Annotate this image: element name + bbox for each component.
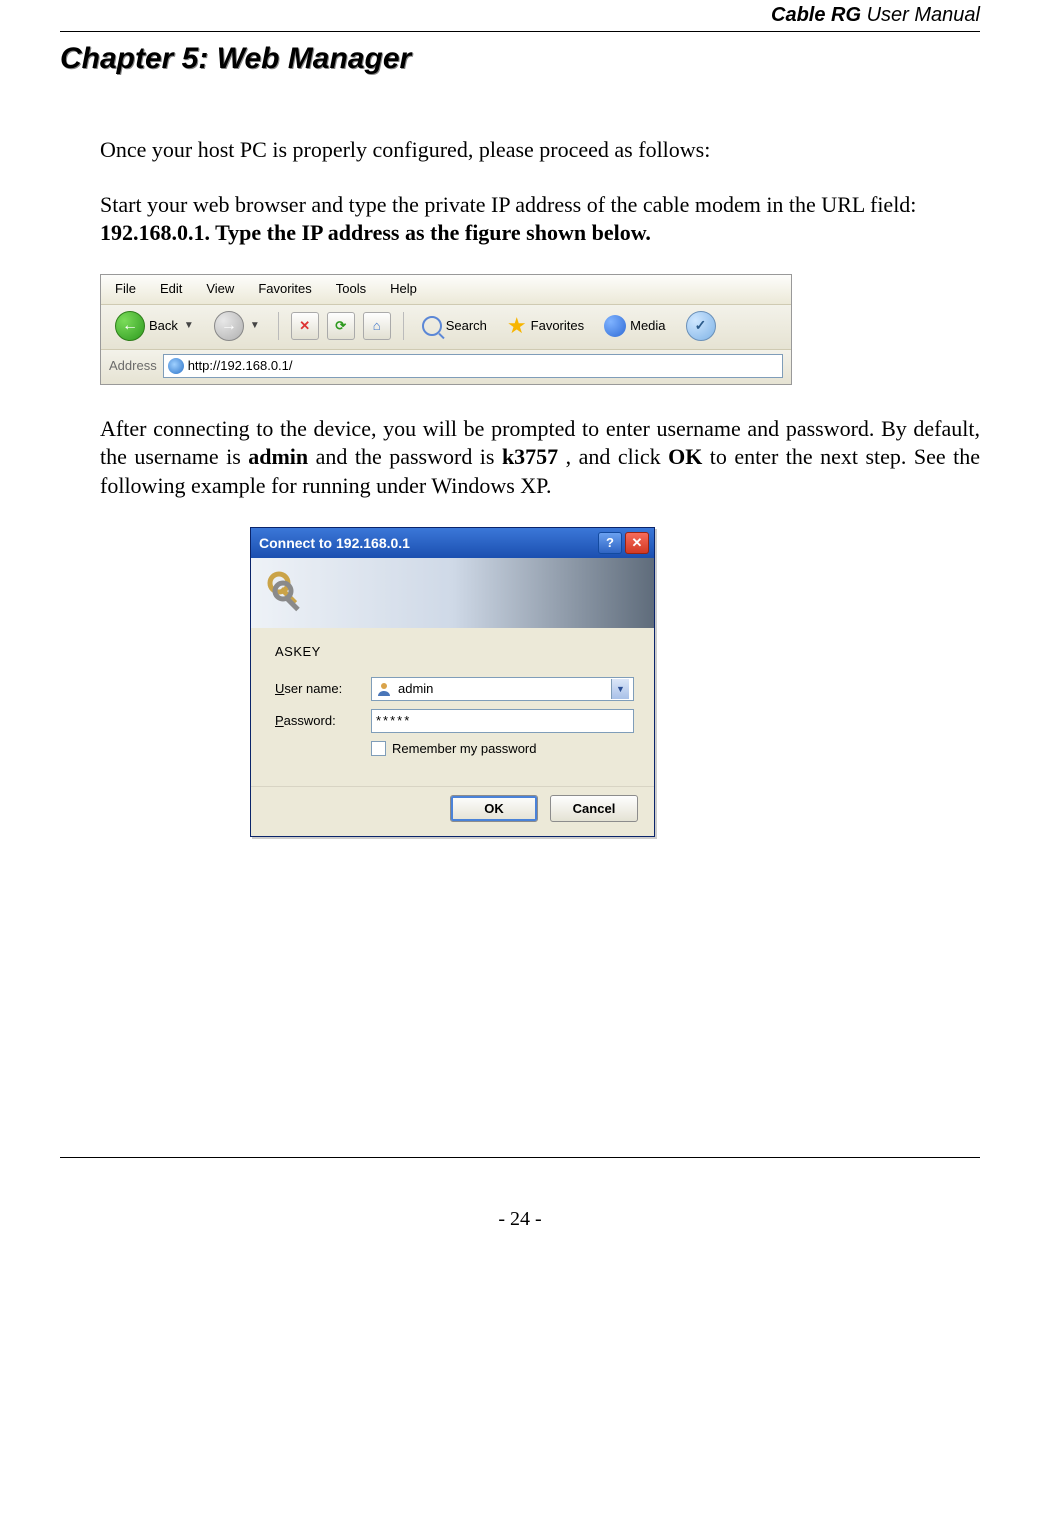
menu-view[interactable]: View (206, 281, 234, 296)
ok-button[interactable]: OK (450, 795, 538, 822)
media-button[interactable]: Media (598, 313, 671, 339)
password-label: Password: (275, 713, 371, 728)
menu-help[interactable]: Help (390, 281, 417, 296)
dialog-title: Connect to 192.168.0.1 (259, 535, 410, 551)
forward-arrow-icon: → (214, 311, 244, 341)
browser-screenshot: File Edit View Favorites Tools Help ← Ba… (100, 274, 792, 385)
dialog-banner (251, 558, 654, 628)
paragraph-1: Once your host PC is properly configured… (100, 136, 980, 165)
address-bar[interactable]: http://192.168.0.1/ (163, 354, 783, 378)
home-button[interactable]: ⌂ (363, 312, 391, 340)
menu-edit[interactable]: Edit (160, 281, 182, 296)
dialog-titlebar[interactable]: Connect to 192.168.0.1 ? ✕ (251, 528, 654, 558)
password-value: ***** (376, 713, 411, 728)
star-icon: ★ (507, 313, 527, 339)
menu-file[interactable]: File (115, 281, 136, 296)
separator (403, 312, 404, 340)
search-button[interactable]: Search (416, 314, 493, 338)
password-field[interactable]: ***** (371, 709, 634, 733)
stop-button[interactable]: ✕ (291, 312, 319, 340)
browser-menu-bar: File Edit View Favorites Tools Help (101, 275, 791, 304)
header-suffix: User Manual (867, 4, 980, 26)
chevron-down-icon[interactable]: ▼ (611, 679, 629, 699)
person-icon (376, 681, 392, 697)
username-field[interactable]: admin ▼ (371, 677, 634, 701)
username-value: admin (398, 681, 433, 696)
forward-button[interactable]: → ▼ (208, 309, 266, 343)
ie-icon (168, 358, 184, 374)
paragraph-3: After connecting to the device, you will… (100, 415, 980, 501)
chevron-down-icon: ▼ (184, 320, 194, 331)
favorites-button[interactable]: ★ Favorites (501, 311, 590, 341)
help-icon: ? (606, 535, 614, 550)
back-button[interactable]: ← Back ▼ (109, 309, 200, 343)
back-arrow-icon: ← (115, 311, 145, 341)
page-footer: - 24 - (60, 1157, 980, 1231)
history-button[interactable]: ✓ (680, 309, 722, 343)
home-icon: ⌂ (373, 318, 381, 333)
close-icon: ✕ (632, 535, 643, 551)
username-label: User name: (275, 681, 371, 696)
cancel-button[interactable]: Cancel (550, 795, 638, 822)
history-icon: ✓ (686, 311, 716, 341)
menu-favorites[interactable]: Favorites (258, 281, 311, 296)
close-button[interactable]: ✕ (625, 532, 649, 554)
search-icon (422, 316, 442, 336)
menu-tools[interactable]: Tools (336, 281, 366, 296)
remember-checkbox[interactable] (371, 741, 386, 756)
auth-dialog: Connect to 192.168.0.1 ? ✕ ASKEY (250, 527, 655, 837)
remember-label: Remember my password (392, 741, 537, 756)
refresh-button[interactable]: ⟳ (327, 312, 355, 340)
auth-realm: ASKEY (275, 644, 634, 659)
page-number: - 24 - (498, 1208, 541, 1230)
paragraph-2: Start your web browser and type the priv… (100, 191, 980, 248)
refresh-icon: ⟳ (335, 318, 346, 334)
address-value: http://192.168.0.1/ (188, 358, 293, 373)
keys-icon (263, 567, 311, 618)
address-bar-row: Address http://192.168.0.1/ (101, 350, 791, 384)
browser-toolbar: ← Back ▼ → ▼ ✕ ⟳ ⌂ Search (101, 304, 791, 350)
media-icon (604, 315, 626, 337)
help-button[interactable]: ? (598, 532, 622, 554)
chapter-title: Chapter 5: Web Manager (60, 42, 980, 76)
stop-icon: ✕ (299, 318, 310, 334)
running-header: Cable RG User Manual (60, 0, 980, 32)
chevron-down-icon: ▼ (250, 320, 260, 331)
product-name: Cable RG (771, 4, 861, 26)
address-label: Address (109, 358, 157, 373)
separator (278, 312, 279, 340)
